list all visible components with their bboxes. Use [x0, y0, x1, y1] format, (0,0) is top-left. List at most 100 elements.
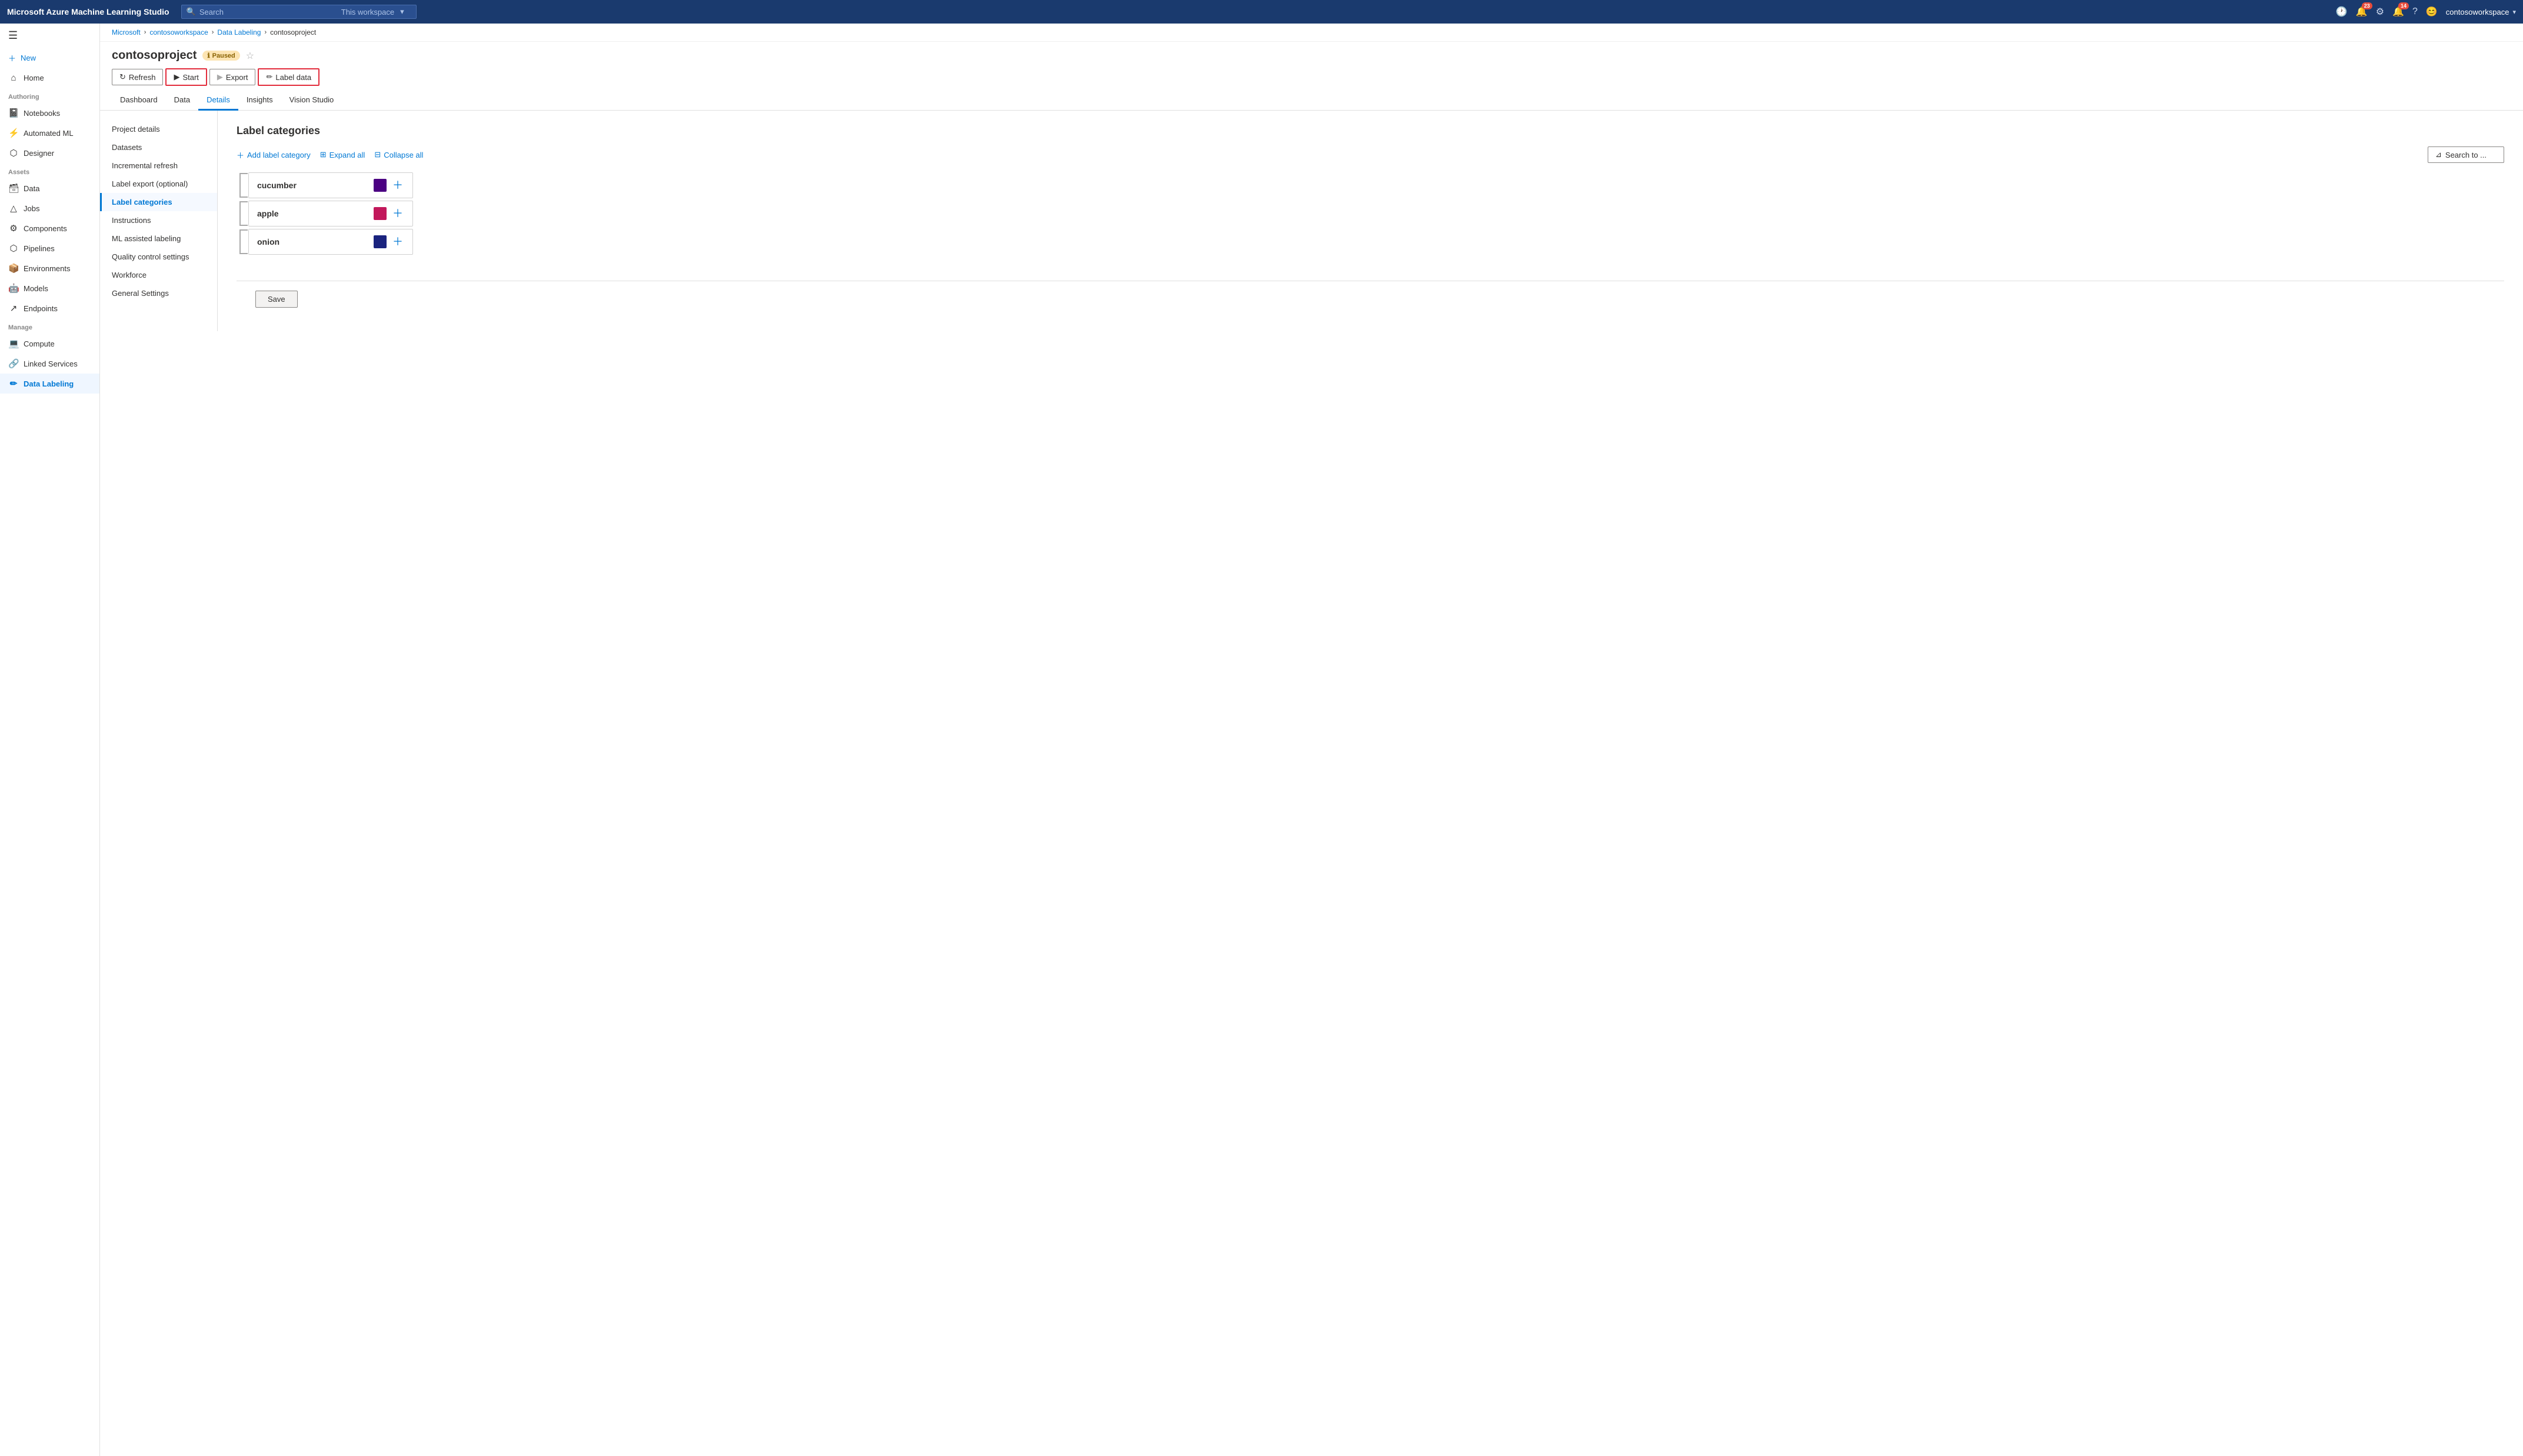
sidebar-item-home[interactable]: ⌂ Home: [0, 68, 99, 88]
left-nav-ml-assisted[interactable]: ML assisted labeling: [100, 229, 217, 248]
new-button[interactable]: ＋ New: [0, 48, 99, 68]
left-nav-label-categories[interactable]: Label categories: [100, 193, 217, 211]
tab-data[interactable]: Data: [166, 91, 198, 111]
breadcrumb: Microsoft › contosoworkspace › Data Labe…: [100, 24, 2523, 42]
left-nav-instructions[interactable]: Instructions: [100, 211, 217, 229]
export-button[interactable]: ▶ Export: [209, 69, 256, 85]
tab-details[interactable]: Details: [198, 91, 238, 111]
home-icon: ⌂: [8, 73, 19, 83]
jobs-icon: △: [8, 203, 19, 214]
left-nav-quality-control[interactable]: Quality control settings: [100, 248, 217, 266]
search-input[interactable]: [199, 8, 339, 16]
page-header: contosoproject ℹ Paused ☆ ↻ Refresh ▶ St…: [100, 42, 2523, 86]
settings-button[interactable]: ⚙: [2374, 4, 2386, 20]
left-nav-workforce[interactable]: Workforce: [100, 266, 217, 284]
color-swatch-apple[interactable]: [374, 207, 387, 220]
add-label-category-button[interactable]: ＋ Add label category: [237, 149, 311, 161]
left-nav-datasets[interactable]: Datasets: [100, 138, 217, 156]
assets-label: Assets: [0, 163, 99, 178]
tab-dashboard[interactable]: Dashboard: [112, 91, 166, 111]
start-icon: ▶: [174, 72, 179, 82]
sidebar-item-automated-ml[interactable]: ⚡ Automated ML: [0, 123, 99, 143]
notifications-button[interactable]: 🔔 23: [2354, 4, 2370, 20]
left-nav-incremental-refresh[interactable]: Incremental refresh: [100, 156, 217, 175]
add-sublabel-cucumber-button[interactable]: ＋: [391, 180, 404, 191]
sidebar-item-jobs[interactable]: △ Jobs: [0, 198, 99, 218]
tab-insights[interactable]: Insights: [238, 91, 281, 111]
label-data-label: Label data: [275, 73, 311, 82]
search-icon: 🔍: [187, 7, 196, 16]
collapse-all-button[interactable]: ⊟ Collapse all: [374, 150, 423, 159]
user-chevron-icon: ▾: [2512, 8, 2516, 16]
sidebar-components-label: Components: [24, 224, 67, 233]
start-button[interactable]: ▶ Start: [165, 68, 207, 86]
hamburger-button[interactable]: ☰: [0, 24, 99, 48]
bracket-apple: [239, 201, 248, 226]
sidebar-item-compute[interactable]: 💻 Compute: [0, 334, 99, 354]
sidebar-compute-label: Compute: [24, 339, 55, 348]
new-label: New: [21, 54, 36, 62]
collapse-all-label: Collapse all: [384, 151, 423, 159]
breadcrumb-workspace[interactable]: contosoworkspace: [149, 28, 208, 36]
color-swatch-cucumber[interactable]: [374, 179, 387, 192]
add-sublabel-apple-button[interactable]: ＋: [391, 208, 404, 219]
alerts-button[interactable]: 🔔 14: [2390, 4, 2406, 20]
left-nav-general-settings[interactable]: General Settings: [100, 284, 217, 302]
workspace-chevron-icon: ▾: [400, 7, 404, 16]
refresh-button[interactable]: ↻ Refresh: [112, 69, 163, 85]
help-button[interactable]: ?: [2410, 4, 2420, 19]
search-to-button[interactable]: ⊿ Search to ...: [2428, 146, 2504, 163]
user-icon-button[interactable]: 😊: [2424, 4, 2440, 20]
sidebar-item-models[interactable]: 🤖 Models: [0, 278, 99, 298]
label-data-icon: ✏: [266, 72, 272, 82]
sidebar-jobs-label: Jobs: [24, 204, 39, 213]
expand-all-button[interactable]: ⊞ Expand all: [320, 150, 365, 159]
sidebar-automated-ml-label: Automated ML: [24, 129, 74, 138]
sidebar-item-data[interactable]: 🗃 Data: [0, 178, 99, 198]
save-button[interactable]: Save: [255, 291, 298, 308]
workspace-selector[interactable]: This workspace ▾: [341, 7, 408, 16]
sidebar-home-label: Home: [24, 74, 44, 82]
sidebar-item-data-labeling[interactable]: ✏ Data Labeling: [0, 374, 99, 394]
sidebar-data-labeling-label: Data Labeling: [24, 379, 74, 388]
tab-vision-studio[interactable]: Vision Studio: [281, 91, 342, 111]
color-swatch-onion[interactable]: [374, 235, 387, 248]
alerts-badge: 14: [2398, 2, 2409, 9]
bracket-onion: [239, 229, 248, 254]
sidebar-data-label: Data: [24, 184, 39, 193]
tabs: Dashboard Data Details Insights Vision S…: [100, 91, 2523, 111]
endpoints-icon: ↗: [8, 303, 19, 314]
label-data-button[interactable]: ✏ Label data: [258, 68, 319, 86]
clock-button[interactable]: 🕐: [2334, 4, 2350, 20]
breadcrumb-data-labeling[interactable]: Data Labeling: [217, 28, 261, 36]
label-item-onion: onion ＋: [248, 229, 413, 255]
sidebar-item-pipelines[interactable]: ⬡ Pipelines: [0, 238, 99, 258]
automated-ml-icon: ⚡: [8, 128, 19, 138]
layout: ☰ ＋ New ⌂ Home Authoring 📓 Notebooks ⚡ A…: [0, 24, 2523, 1456]
favorite-button[interactable]: ☆: [246, 50, 254, 62]
sidebar-environments-label: Environments: [24, 264, 70, 273]
sidebar-item-components[interactable]: ⚙ Components: [0, 218, 99, 238]
status-icon: ℹ: [207, 52, 209, 59]
manage-label: Manage: [0, 318, 99, 334]
bracket-cucumber: [239, 173, 248, 198]
add-sublabel-onion-button[interactable]: ＋: [391, 236, 404, 247]
expand-icon: ⊞: [320, 150, 327, 159]
expand-all-label: Expand all: [329, 151, 365, 159]
topbar-icons: 🕐 🔔 23 ⚙ 🔔 14 ? 😊 contosoworkspace ▾: [2334, 4, 2516, 20]
environments-icon: 📦: [8, 263, 19, 274]
collapse-icon: ⊟: [374, 150, 381, 159]
notifications-badge: 23: [2362, 2, 2372, 9]
sidebar-item-environments[interactable]: 📦 Environments: [0, 258, 99, 278]
start-label: Start: [182, 73, 198, 82]
data-icon: 🗃: [8, 183, 19, 194]
section-title: Label categories: [237, 125, 2504, 137]
left-nav-project-details[interactable]: Project details: [100, 120, 217, 138]
left-nav-label-export[interactable]: Label export (optional): [100, 175, 217, 193]
breadcrumb-microsoft[interactable]: Microsoft: [112, 28, 141, 36]
sidebar-item-notebooks[interactable]: 📓 Notebooks: [0, 103, 99, 123]
search-bar[interactable]: 🔍 This workspace ▾: [181, 5, 417, 19]
sidebar-item-linked-services[interactable]: 🔗 Linked Services: [0, 354, 99, 374]
sidebar-item-designer[interactable]: ⬡ Designer: [0, 143, 99, 163]
sidebar-item-endpoints[interactable]: ↗ Endpoints: [0, 298, 99, 318]
